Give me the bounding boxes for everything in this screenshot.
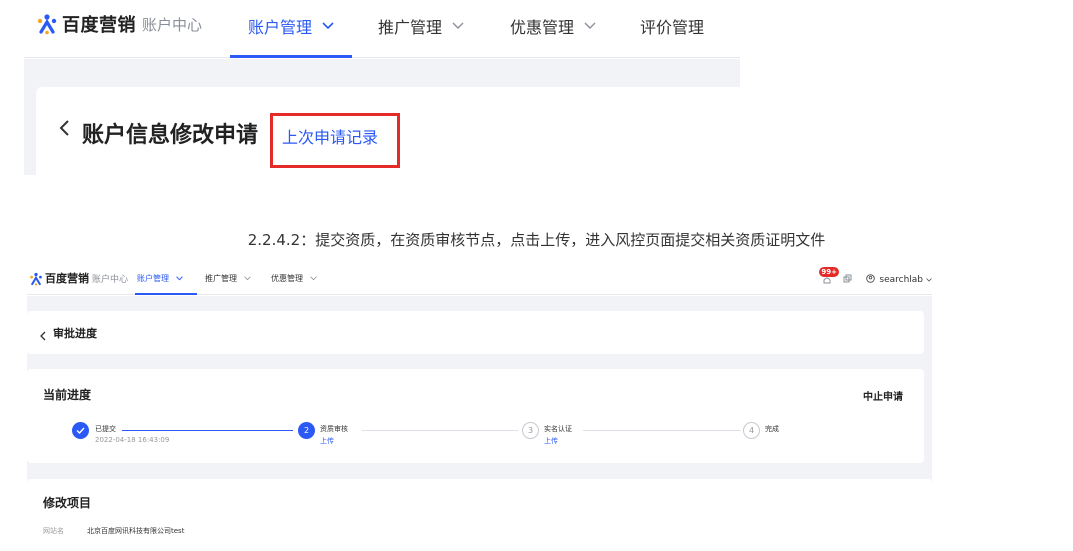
baidu-logo-icon — [29, 271, 43, 286]
content-area: 审批进度 当前进度 中止申请 已提交 2022-04-18 16:43:09 2… — [27, 296, 932, 551]
nav-label: 优惠管理 — [271, 274, 303, 283]
step-2-upload-link[interactable]: 上传 — [320, 436, 334, 446]
brand-logo[interactable]: 百度营销 账户中心 — [36, 12, 202, 36]
field-value: 北京百度网讯科技有限公司test — [87, 527, 185, 535]
step-connector — [122, 430, 293, 431]
chevron-down-icon — [175, 275, 183, 283]
step-connector — [362, 430, 518, 431]
nav-discount-management[interactable]: 优惠管理 — [271, 273, 317, 284]
chevron-down-icon — [322, 19, 334, 33]
active-tab-indicator — [135, 293, 197, 295]
brand-subtitle: 账户中心 — [92, 274, 129, 285]
user-icon — [866, 273, 876, 286]
nav-label: 评价管理 — [640, 18, 705, 37]
chevron-down-icon — [309, 275, 317, 283]
top-navbar: 百度营销 账户中心 账户管理 推广管理 优惠管理 99+ searchlab — [27, 262, 932, 295]
cancel-application-button[interactable]: 中止申请 — [863, 388, 903, 403]
top-screenshot: 百度营销 账户中心 账户管理 推广管理 优惠管理 评价管理 账户信息修改申请 上… — [24, 0, 740, 175]
brand-name: 百度营销 — [45, 272, 89, 285]
nav-label: 推广管理 — [205, 274, 237, 283]
nav-label: 账户管理 — [248, 18, 313, 37]
bell-icon[interactable]: 99+ — [819, 267, 841, 287]
step-4-circle: 4 — [743, 422, 760, 439]
modify-card — [27, 479, 932, 551]
nav-account-management[interactable]: 账户管理 — [137, 273, 183, 284]
step-1-time: 2022-04-18 16:43:09 — [95, 436, 170, 444]
chevron-down-icon[interactable] — [926, 275, 932, 285]
chevron-down-icon — [243, 275, 251, 283]
active-tab-indicator — [230, 55, 352, 58]
nav-discount-management[interactable]: 优惠管理 — [510, 14, 596, 38]
nav-review-management[interactable]: 评价管理 — [640, 14, 704, 38]
back-title: 审批进度 — [53, 327, 97, 340]
page-title: 账户信息修改申请 — [82, 123, 259, 148]
step-1-label: 已提交 — [95, 425, 116, 433]
step-3-label: 实名认证 — [544, 425, 572, 433]
modify-title: 修改项目 — [43, 496, 92, 510]
nav-label: 账户管理 — [137, 274, 169, 283]
nav-label: 优惠管理 — [510, 18, 575, 37]
brand-subtitle: 账户中心 — [142, 15, 203, 34]
nav-promotion-management[interactable]: 推广管理 — [378, 14, 464, 38]
chevron-down-icon — [452, 19, 464, 33]
back-arrow-icon[interactable] — [58, 118, 70, 142]
progress-title: 当前进度 — [43, 388, 92, 402]
baidu-logo-icon — [36, 13, 58, 35]
copy-icon[interactable] — [843, 274, 852, 286]
brand-logo[interactable]: 百度营销 账户中心 — [29, 270, 128, 286]
nav-account-management[interactable]: 账户管理 — [248, 14, 334, 38]
step-3-upload-link[interactable]: 上传 — [544, 436, 558, 446]
step-3-circle: 3 — [522, 422, 539, 439]
top-navbar: 百度营销 账户中心 账户管理 推广管理 优惠管理 评价管理 — [24, 0, 740, 58]
back-card — [27, 311, 924, 354]
step-2-circle: 2 — [298, 422, 315, 439]
check-icon — [76, 427, 85, 434]
back-arrow-icon[interactable] — [40, 326, 46, 345]
step-1-circle — [72, 422, 89, 439]
progress-card — [27, 369, 924, 463]
brand-name: 百度营销 — [62, 15, 136, 36]
header-right: 99+ searchlab — [819, 267, 932, 287]
username[interactable]: searchlab — [879, 275, 923, 285]
step-caption: 2.2.4.2：提交资质，在资质审核节点，点击上传，进入风控页面提交相关资质证明… — [247, 231, 826, 249]
step-4-label: 完成 — [765, 425, 779, 433]
nav-promotion-management[interactable]: 推广管理 — [205, 273, 251, 284]
nav-label: 推广管理 — [378, 18, 443, 37]
last-record-link[interactable]: 上次申请记录 — [282, 124, 378, 148]
step-2-label: 资质审核 — [320, 425, 348, 433]
bottom-screenshot: 百度营销 账户中心 账户管理 推广管理 优惠管理 99+ searchlab 审… — [27, 262, 932, 551]
field-label: 网站名 — [43, 527, 64, 535]
step-connector — [583, 430, 741, 431]
chevron-down-icon — [584, 19, 596, 33]
